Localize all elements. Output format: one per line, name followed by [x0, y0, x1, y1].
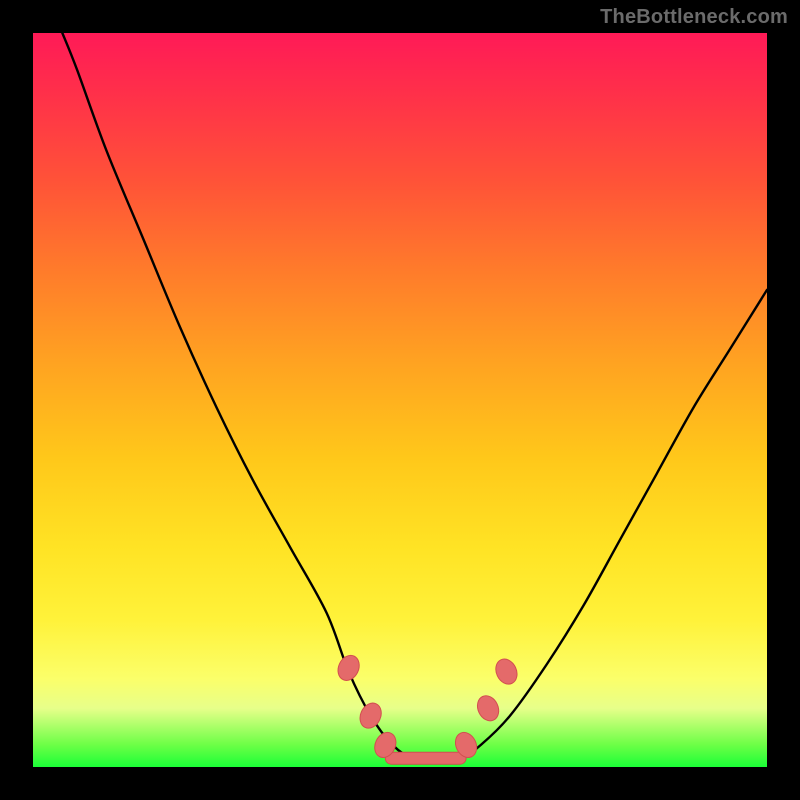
marker-dot — [492, 656, 521, 688]
marker-group — [334, 652, 521, 764]
marker-dot — [474, 692, 503, 724]
plot-area — [33, 33, 767, 767]
trough-bar — [385, 752, 466, 764]
curve-line — [62, 33, 767, 761]
chart-svg — [33, 33, 767, 767]
marker-dot — [334, 652, 363, 684]
bottleneck-curve-path — [62, 33, 767, 761]
marker-dot — [356, 700, 385, 732]
outer-frame: TheBottleneck.com — [0, 0, 800, 800]
watermark-text: TheBottleneck.com — [600, 6, 788, 29]
